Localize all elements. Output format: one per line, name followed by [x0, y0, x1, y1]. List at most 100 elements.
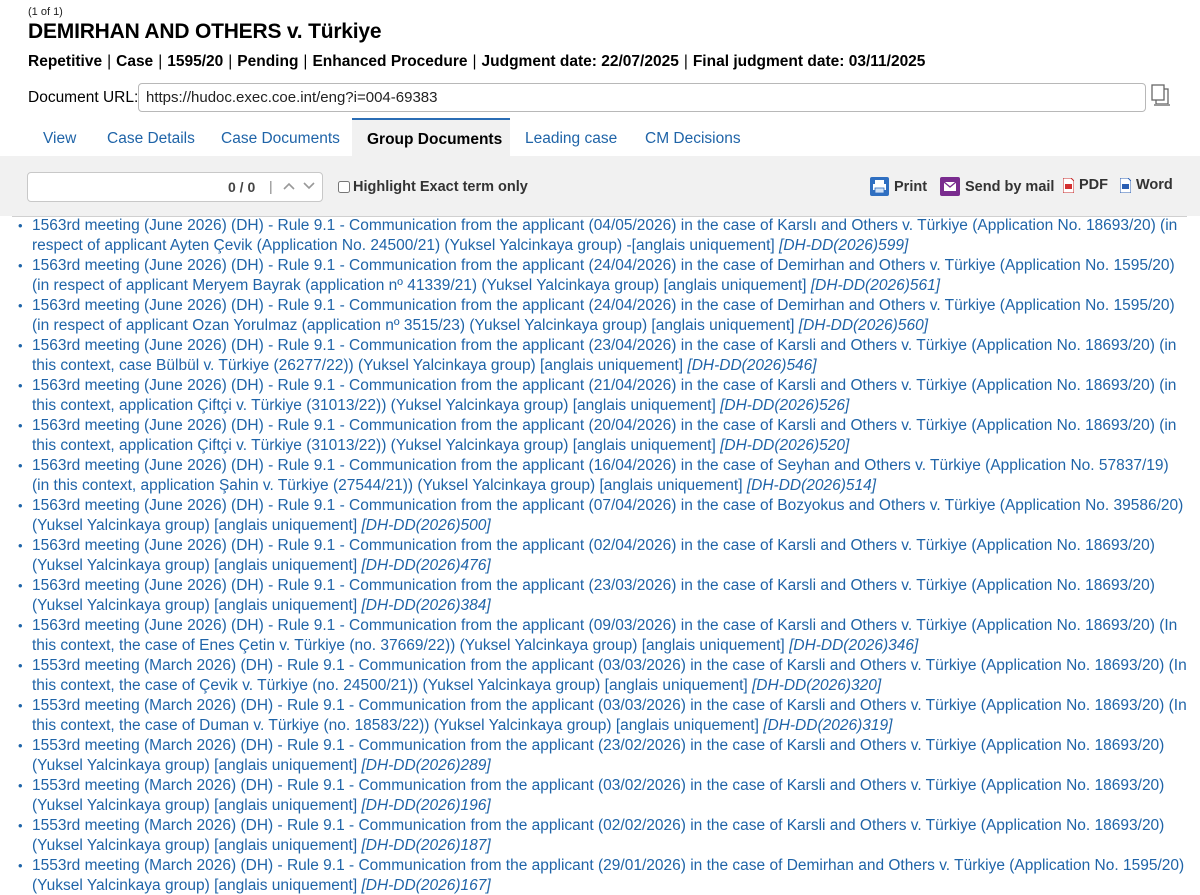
word-button[interactable]: Word: [1120, 177, 1173, 193]
highlight-exact-term-checkbox[interactable]: [338, 181, 350, 193]
document-link[interactable]: 1553rd meeting (March 2026) (DH) - Rule …: [32, 657, 1187, 694]
tab-case-details[interactable]: Case Details: [92, 118, 210, 156]
document-link[interactable]: 1563rd meeting (June 2026) (DH) - Rule 9…: [32, 617, 1177, 654]
document-link[interactable]: 1553rd meeting (March 2026) (DH) - Rule …: [32, 737, 1164, 774]
list-item: 1563rd meeting (June 2026) (DH) - Rule 9…: [18, 217, 1187, 256]
meta-item: Judgment date: 22/07/2025: [481, 53, 679, 70]
tab-cm-decisions[interactable]: CM Decisions: [630, 118, 756, 156]
word-label: Word: [1136, 177, 1173, 193]
document-link[interactable]: 1563rd meeting (June 2026) (DH) - Rule 9…: [32, 457, 1169, 494]
document-reference: [DH-DD(2026)561]: [810, 277, 941, 294]
document-title: 1563rd meeting (June 2026) (DH) - Rule 9…: [32, 497, 1184, 534]
meta-separator: |: [303, 53, 308, 70]
document-link[interactable]: 1563rd meeting (June 2026) (DH) - Rule 9…: [32, 297, 1175, 334]
document-reference: [DH-DD(2026)196]: [361, 797, 491, 814]
document-title: 1563rd meeting (June 2026) (DH) - Rule 9…: [32, 297, 1175, 334]
group-documents-list-panel: 1563rd meeting (June 2026) (DH) - Rule 9…: [12, 216, 1187, 895]
document-link[interactable]: 1553rd meeting (March 2026) (DH) - Rule …: [32, 697, 1187, 734]
meta-separator: |: [472, 53, 477, 70]
meta-item: Enhanced Procedure: [312, 53, 468, 70]
document-url-field[interactable]: https://hudoc.exec.coe.int/eng?i=004-693…: [138, 83, 1146, 112]
tab-case-documents[interactable]: Case Documents: [206, 118, 355, 156]
list-item: 1553rd meeting (March 2026) (DH) - Rule …: [18, 856, 1187, 895]
document-toolbar: 0 / 0 | Highlight Exact term only Print …: [0, 156, 1200, 216]
print-button[interactable]: Print: [870, 177, 927, 196]
meta-separator: |: [158, 53, 163, 70]
document-link[interactable]: 1563rd meeting (June 2026) (DH) - Rule 9…: [32, 377, 1176, 414]
document-title: 1553rd meeting (March 2026) (DH) - Rule …: [32, 697, 1187, 734]
meta-item: Case: [116, 53, 154, 70]
list-item: 1563rd meeting (June 2026) (DH) - Rule 9…: [18, 416, 1187, 456]
document-reference: [DH-DD(2026)526]: [720, 397, 850, 414]
pdf-icon: [1063, 177, 1074, 193]
list-item: 1563rd meeting (June 2026) (DH) - Rule 9…: [18, 456, 1187, 496]
document-reference: [DH-DD(2026)384]: [361, 597, 491, 614]
meta-item: Final judgment date: 03/11/2025: [692, 53, 926, 70]
document-reference: [DH-DD(2026)167]: [361, 877, 491, 894]
document-link[interactable]: 1563rd meeting (June 2026) (DH) - Rule 9…: [32, 417, 1176, 454]
highlight-exact-term-label: Highlight Exact term only: [353, 179, 528, 195]
document-url-row: Document URL: https://hudoc.exec.coe.int…: [28, 83, 1178, 113]
document-link[interactable]: 1563rd meeting (June 2026) (DH) - Rule 9…: [32, 257, 1175, 294]
meta-item: Pending: [237, 53, 299, 70]
document-link[interactable]: 1553rd meeting (March 2026) (DH) - Rule …: [32, 857, 1184, 894]
meta-separator: |: [228, 53, 233, 70]
list-item: 1563rd meeting (June 2026) (DH) - Rule 9…: [18, 376, 1187, 416]
word-icon: [1120, 177, 1131, 193]
document-reference: [DH-DD(2026)476]: [361, 557, 491, 574]
chevron-up-icon[interactable]: [281, 179, 297, 195]
list-item: 1563rd meeting (June 2026) (DH) - Rule 9…: [18, 296, 1187, 336]
print-label: Print: [894, 178, 928, 195]
document-link[interactable]: 1563rd meeting (June 2026) (DH) - Rule 9…: [32, 537, 1155, 574]
group-documents-list: 1563rd meeting (June 2026) (DH) - Rule 9…: [12, 217, 1187, 895]
document-title: 1553rd meeting (March 2026) (DH) - Rule …: [32, 857, 1185, 894]
printer-icon: [870, 177, 889, 196]
case-counter: (1 of 1): [28, 6, 63, 18]
document-title: 1553rd meeting (March 2026) (DH) - Rule …: [32, 817, 1165, 854]
search-separator: |: [269, 178, 273, 194]
document-reference: [DH-DD(2026)289]: [361, 757, 491, 774]
document-reference: [DH-DD(2026)500]: [361, 517, 491, 534]
case-meta-bar: Repetitive | Case | 1595/20 | Pending | Enhanced…: [28, 53, 925, 71]
list-item: 1553rd meeting (March 2026) (DH) - Rule …: [18, 696, 1187, 736]
document-reference: [DH-DD(2026)514]: [746, 477, 877, 494]
list-item: 1553rd meeting (March 2026) (DH) - Rule …: [18, 656, 1187, 696]
document-reference: [DH-DD(2026)520]: [720, 437, 850, 454]
document-title: 1563rd meeting (June 2026) (DH) - Rule 9…: [32, 577, 1155, 614]
mail-icon: [940, 177, 960, 196]
document-link[interactable]: 1563rd meeting (June 2026) (DH) - Rule 9…: [32, 217, 1177, 254]
pdf-button[interactable]: PDF: [1063, 177, 1108, 193]
highlight-exact-term-option[interactable]: Highlight Exact term only: [337, 179, 528, 195]
meta-item: 1595/20: [167, 53, 224, 70]
list-item: 1563rd meeting (June 2026) (DH) - Rule 9…: [18, 336, 1187, 376]
list-item: 1563rd meeting (June 2026) (DH) - Rule 9…: [18, 576, 1187, 616]
list-item: 1563rd meeting (June 2026) (DH) - Rule 9…: [18, 536, 1187, 576]
document-link[interactable]: 1563rd meeting (June 2026) (DH) - Rule 9…: [32, 337, 1176, 374]
document-link[interactable]: 1553rd meeting (March 2026) (DH) - Rule …: [32, 777, 1164, 814]
chevron-down-icon[interactable]: [301, 179, 317, 195]
document-title: 1563rd meeting (June 2026) (DH) - Rule 9…: [32, 417, 1177, 454]
document-title: 1553rd meeting (March 2026) (DH) - Rule …: [32, 737, 1165, 774]
document-reference: [DH-DD(2026)599]: [779, 237, 909, 254]
document-link[interactable]: 1563rd meeting (June 2026) (DH) - Rule 9…: [32, 577, 1155, 614]
document-reference: [DH-DD(2026)560]: [798, 317, 928, 334]
tab-leading-case[interactable]: Leading case: [510, 118, 632, 156]
list-item: 1563rd meeting (June 2026) (DH) - Rule 9…: [18, 616, 1187, 656]
copy-icon[interactable]: [1150, 83, 1172, 111]
list-item: 1553rd meeting (March 2026) (DH) - Rule …: [18, 776, 1187, 816]
document-title: 1563rd meeting (June 2026) (DH) - Rule 9…: [32, 217, 1178, 254]
document-title: 1563rd meeting (June 2026) (DH) - Rule 9…: [32, 337, 1177, 374]
document-link[interactable]: 1563rd meeting (June 2026) (DH) - Rule 9…: [32, 497, 1183, 534]
document-reference: [DH-DD(2026)546]: [687, 357, 817, 374]
document-reference: [DH-DD(2026)346]: [789, 637, 919, 654]
page-title: DEMIRHAN AND OTHERS v. Türkiye: [28, 20, 382, 43]
find-in-document-input[interactable]: 0 / 0 |: [27, 172, 323, 202]
tab-group-documents[interactable]: Group Documents: [352, 118, 510, 156]
send-by-mail-button[interactable]: Send by mail: [940, 177, 1054, 196]
list-item: 1563rd meeting (June 2026) (DH) - Rule 9…: [18, 256, 1187, 296]
document-link[interactable]: 1553rd meeting (March 2026) (DH) - Rule …: [32, 817, 1164, 854]
meta-separator: |: [107, 53, 112, 70]
tab-view[interactable]: View: [28, 118, 91, 156]
list-item: 1553rd meeting (March 2026) (DH) - Rule …: [18, 816, 1187, 856]
list-item: 1553rd meeting (March 2026) (DH) - Rule …: [18, 736, 1187, 776]
